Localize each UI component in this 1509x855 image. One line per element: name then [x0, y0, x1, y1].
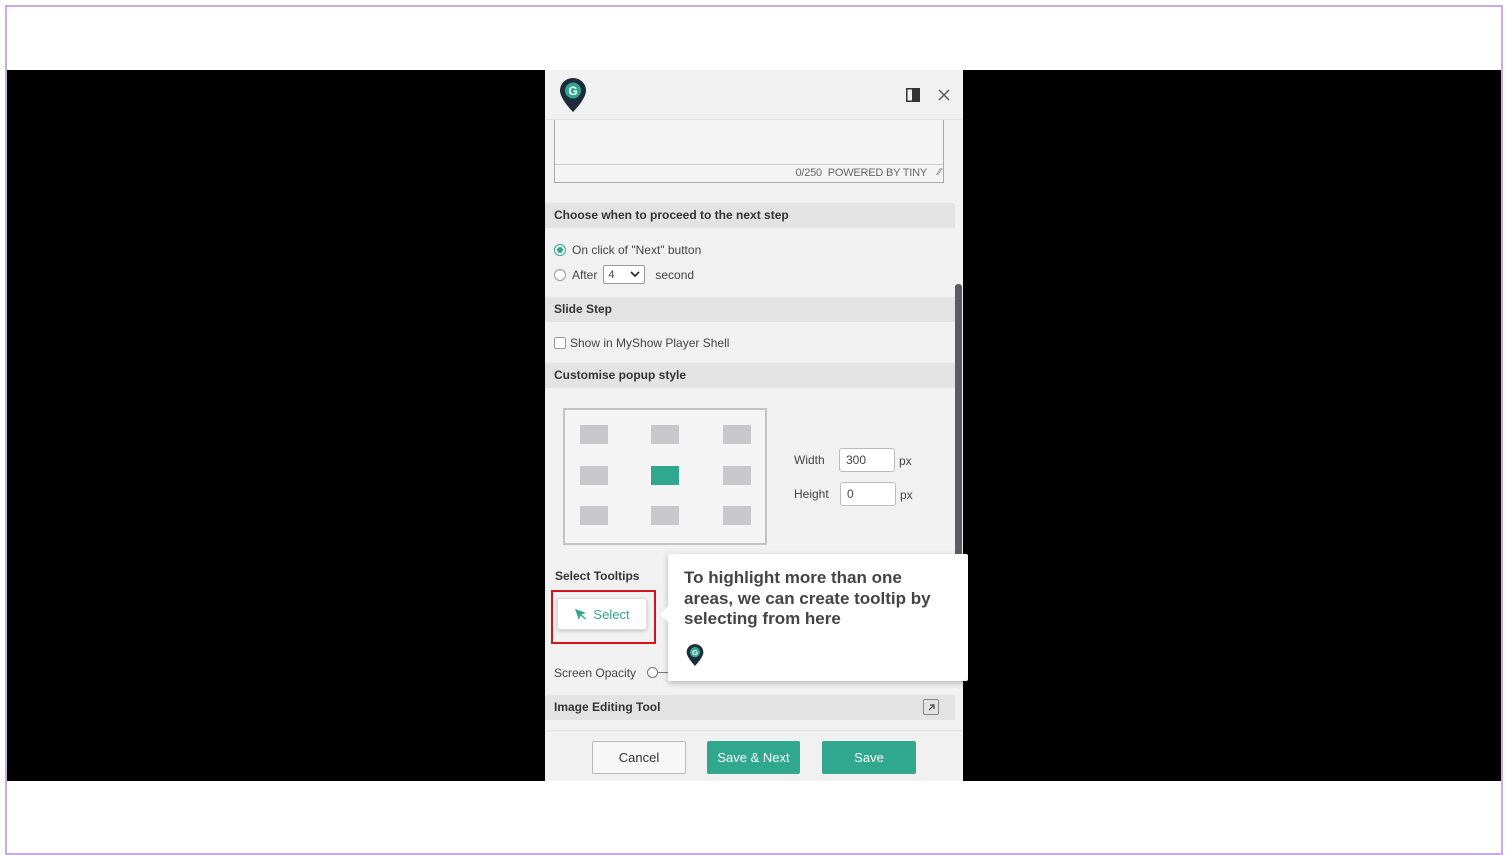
position-bottom-left[interactable]	[580, 506, 608, 525]
width-unit: px	[899, 454, 912, 468]
radio-next[interactable]	[554, 244, 566, 256]
width-input[interactable]: 300	[839, 448, 895, 472]
tooltip-text: To highlight more than one areas, we can…	[684, 568, 931, 628]
position-center[interactable]	[651, 466, 679, 485]
save-next-button[interactable]: Save & Next	[707, 741, 800, 774]
tooltip-logo-icon: G	[686, 644, 704, 666]
height-unit: px	[900, 488, 913, 502]
editor-status-bar: 0/250 POWERED BY TINY ⁄⁄	[555, 164, 943, 182]
position-top-center[interactable]	[651, 425, 679, 444]
proceed-option-after[interactable]: After 4 second	[554, 265, 694, 284]
cancel-button[interactable]: Cancel	[592, 741, 686, 774]
panel-header: G	[545, 70, 963, 120]
popup-style-heading: Customise popup style	[545, 363, 955, 388]
seconds-select[interactable]: 4	[603, 265, 646, 284]
position-grid	[563, 408, 767, 545]
scrollbar-thumb[interactable]	[955, 284, 962, 574]
position-bottom-right[interactable]	[723, 506, 751, 525]
height-input[interactable]: 0	[840, 482, 896, 506]
slide-step-heading: Slide Step	[545, 297, 955, 322]
show-in-player-option[interactable]: Show in MyShow Player Shell	[554, 336, 729, 350]
width-label: Width	[794, 453, 825, 467]
panel-toggle-icon[interactable]	[903, 85, 923, 105]
save-button[interactable]: Save	[822, 741, 916, 774]
tooltips-heading: Select Tooltips	[555, 569, 640, 583]
char-count: 0/250	[795, 167, 822, 179]
svg-text:G: G	[568, 84, 577, 98]
show-in-player-checkbox[interactable]	[554, 337, 566, 349]
position-middle-right[interactable]	[723, 466, 751, 485]
option-after-label: After	[572, 267, 598, 282]
seconds-unit: second	[655, 267, 695, 282]
svg-text:G: G	[692, 648, 698, 657]
panel-footer: Cancel Save & Next Save	[545, 730, 963, 781]
position-bottom-center[interactable]	[651, 506, 679, 525]
proceed-heading: Choose when to proceed to the next step	[545, 203, 955, 228]
radio-after[interactable]	[554, 268, 566, 281]
text-editor[interactable]: 0/250 POWERED BY TINY ⁄⁄	[554, 120, 944, 183]
proceed-option-next[interactable]: On click of "Next" button	[554, 243, 701, 257]
guide-tooltip: To highlight more than one areas, we can…	[660, 554, 968, 681]
image-editing-heading: Image Editing Tool	[545, 695, 955, 720]
close-icon[interactable]	[934, 85, 954, 105]
position-middle-left[interactable]	[580, 466, 608, 485]
screen-opacity-label: Screen Opacity	[554, 666, 637, 680]
seconds-value: 4	[608, 268, 615, 281]
position-top-left[interactable]	[580, 425, 608, 444]
highlight-box	[551, 590, 656, 644]
show-in-player-label: Show in MyShow Player Shell	[570, 336, 730, 350]
chevron-down-icon	[630, 271, 640, 278]
option-next-label: On click of "Next" button	[572, 243, 702, 257]
powered-by-label: POWERED BY TINY	[827, 167, 927, 179]
resize-grip-icon[interactable]: ⁄⁄	[938, 164, 941, 181]
external-link-icon[interactable]	[923, 699, 939, 715]
height-label: Height	[794, 487, 829, 501]
position-top-right[interactable]	[723, 425, 751, 444]
logo-icon: G	[560, 78, 586, 112]
